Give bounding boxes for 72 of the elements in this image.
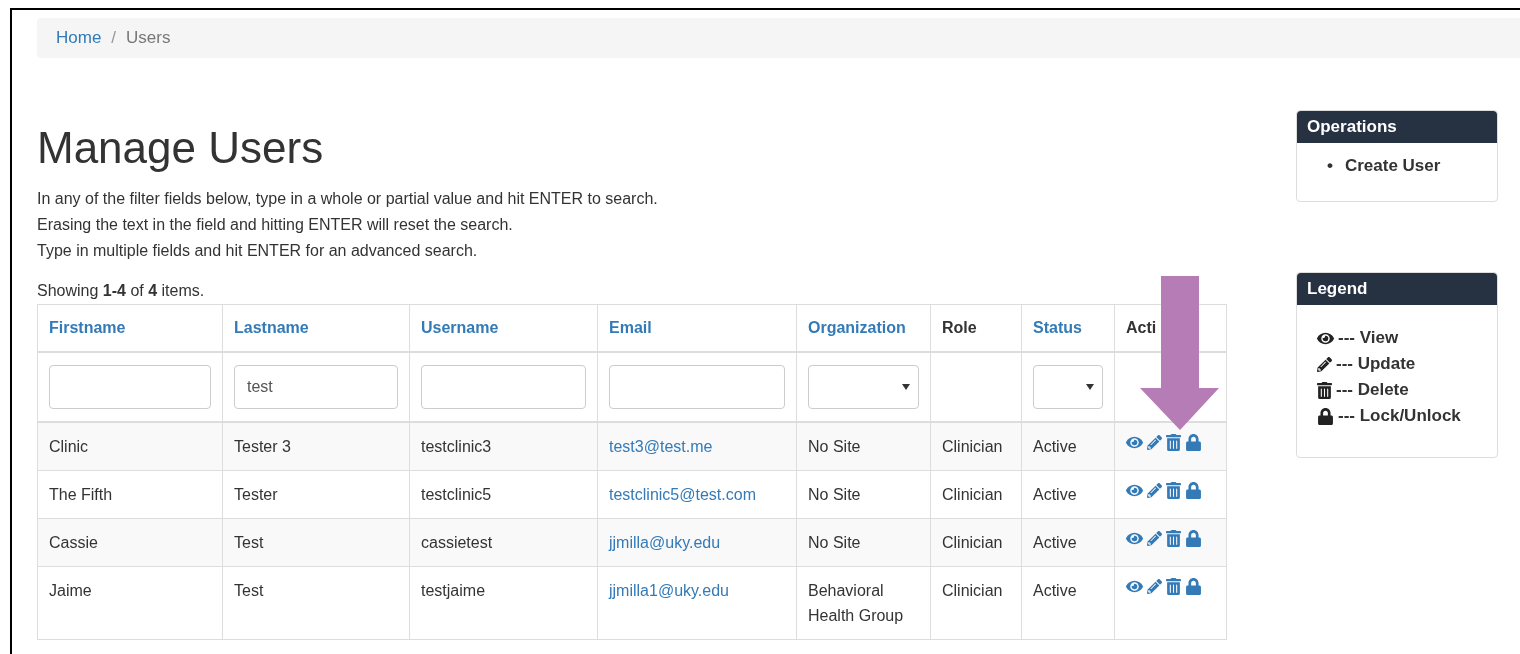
table-cell: No Site [808,486,861,504]
bullet-mark: • [1327,155,1333,177]
sortable-column-header[interactable]: Firstname [37,304,223,353]
table-cell: Active [1033,534,1077,552]
operation-link[interactable]: Create User [1344,155,1441,177]
table-cell: Cassie [49,534,98,552]
table-cell: testclinic3 [421,438,492,456]
summary-text: Showing 1-4 of 4 items. [37,281,206,302]
instruction-text: Type in multiple fields and hit ENTER for an advanced search. [37,241,479,262]
sortable-column-header[interactable]: Status [1021,304,1115,353]
legend-label: --- Update [1336,353,1416,375]
pencil-icon [1147,435,1162,451]
sortable-column-header[interactable]: Email [597,304,797,353]
lock-icon [1185,482,1202,500]
pencil-icon [1147,483,1162,499]
instruction-text: In any of the filter fields below, type in a whole or partial value and hit ENTER to search. [37,189,659,210]
pencil-icon [1147,579,1162,595]
lock-icon [1185,578,1202,596]
caret-icon [902,384,910,391]
breadcrumb-link[interactable]: Home [56,28,102,48]
instruction-text: Erasing the text in the field and hitting ENTER will reset the search. [37,215,514,236]
table-cell: Clinician [942,438,1003,456]
filter-dropdown[interactable] [1033,365,1103,410]
table-cell: Tester 3 [234,438,291,456]
table-cell: Clinician [942,534,1003,552]
table-cell: Clinic [49,438,89,456]
legend-label: --- View [1338,327,1399,349]
table-cell: No Site [808,534,861,552]
pencil-icon [1317,356,1332,372]
table-cell: testclinic5 [421,486,492,504]
email-link[interactable]: jjmilla1@uky.edu [609,582,729,600]
lock-icon [1185,434,1202,452]
sortable-column-header[interactable]: Organization [796,304,931,353]
table-cell: testjaime [421,582,486,600]
table-cell: Jaime [49,582,92,600]
filter-field[interactable]: test [234,365,398,410]
breadcrumb-separator: / [111,28,117,48]
filter-field[interactable] [49,365,211,410]
panel-title: Operations [1297,111,1497,143]
table-cell: Tester [234,486,278,504]
filter-field[interactable] [609,365,785,410]
filter-dropdown[interactable] [808,365,919,410]
trash-icon [1317,381,1332,399]
table-cell: Active [1033,438,1077,456]
pencil-icon [1147,531,1162,547]
table-cell: Clinician [942,582,1003,600]
column-header: Role [930,304,1022,353]
panel-title: Legend [1297,273,1497,305]
trash-icon [1166,578,1181,596]
trash-icon [1166,482,1181,500]
table-cell: Test [234,534,264,552]
page-title: Manage Users [37,124,325,173]
table-cell: Active [1033,582,1077,600]
legend-label: --- Delete [1336,379,1409,401]
sortable-column-header[interactable]: Lastname [222,304,410,353]
trash-icon [1166,530,1181,548]
table-cell: Behavioral Health Group [808,582,904,625]
trash-icon [1166,434,1181,452]
email-link[interactable]: test3@test.me [609,438,713,456]
table-cell: Active [1033,486,1077,504]
table-cell: Test [234,582,264,600]
legend-label: --- Lock/Unlock [1338,405,1461,427]
sortable-column-header[interactable]: Username [409,304,598,353]
lock-icon [1185,530,1202,548]
table-cell: The Fifth [49,486,113,504]
lock-icon [1317,407,1334,425]
table-cell: Clinician [942,486,1003,504]
filter-field[interactable] [421,365,586,410]
table-cell: No Site [808,438,861,456]
breadcrumb-current: Users [126,28,171,48]
caret-icon [1086,384,1094,391]
table-cell: cassietest [421,534,493,552]
